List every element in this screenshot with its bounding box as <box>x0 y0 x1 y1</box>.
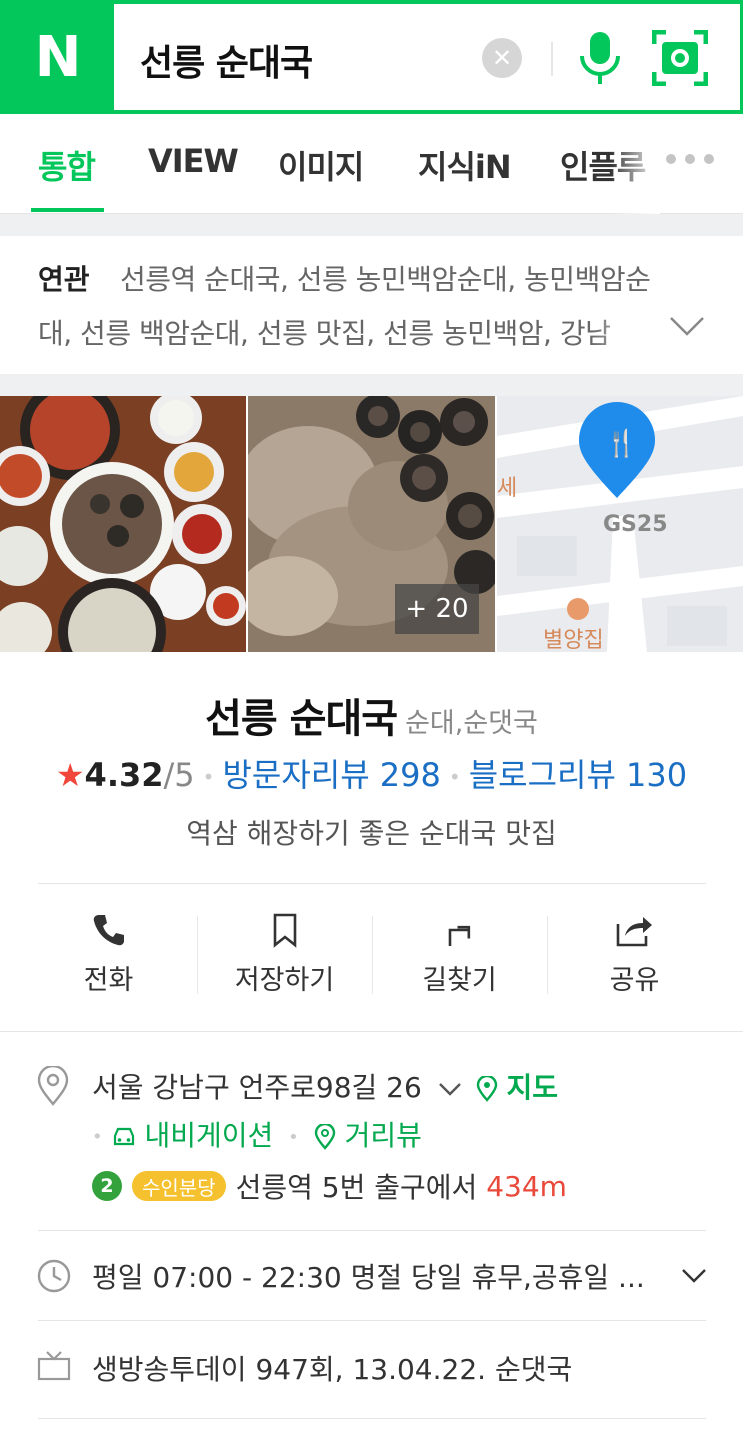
save-button[interactable]: 저장하기 <box>197 898 372 1008</box>
map-pin-icon <box>476 1074 497 1102</box>
share-button[interactable]: 공유 <box>547 898 722 1008</box>
bookmark-icon <box>273 913 296 948</box>
tv-appearance: 생방송투데이 947회, 13.04.22. 순댓국 <box>92 1353 573 1386</box>
more-photos-count[interactable]: + 20 <box>395 584 479 634</box>
mic-icon[interactable] <box>576 30 624 86</box>
share-icon <box>616 917 652 947</box>
tab-knowledge-in[interactable]: 지식iN <box>418 142 512 188</box>
more-tabs-icon[interactable] <box>666 154 714 164</box>
related-keywords-more[interactable]: 대, 선릉 백암순대, 선릉 맛집, 선릉 농민백암, 강남 <box>38 312 648 352</box>
map-label: 별양집 <box>543 628 604 652</box>
related-searches: 연관 선릉역 순대국, 선릉 농민백암순대, 농민백암순 대, 선릉 백암순대,… <box>0 236 743 374</box>
divider <box>551 42 553 76</box>
map-thumbnail[interactable]: 🍴 GS25 별양집 세 <box>497 396 743 652</box>
food-photo[interactable] <box>0 396 246 652</box>
divider <box>38 883 706 884</box>
map-label: GS25 <box>603 512 668 537</box>
divider <box>38 1320 706 1321</box>
address-text[interactable]: 서울 강남구 언주로98길 26 <box>92 1071 422 1104</box>
rating-value: 4.32 <box>84 756 164 794</box>
place-title: 선릉 순대국 순대,순댓국 <box>0 686 743 744</box>
place-description: 역삼 해장하기 좋은 순대국 맛집 <box>186 817 557 850</box>
subway-distance: 434m <box>486 1169 567 1203</box>
naver-logo[interactable]: N <box>0 0 114 114</box>
chevron-down-icon[interactable] <box>668 312 706 340</box>
active-tab-indicator <box>31 208 104 212</box>
section-gap <box>0 214 743 236</box>
place-category: 순대,순댓국 <box>405 708 538 739</box>
tv-icon <box>37 1351 71 1381</box>
tab-integrated[interactable]: 통합 <box>38 142 96 188</box>
search-input[interactable]: 선릉 순대국 ✕ <box>114 4 740 110</box>
related-label: 연관 <box>38 263 90 296</box>
divider <box>0 1031 743 1032</box>
navigation-link[interactable]: 내비게이션 <box>144 1119 273 1152</box>
visitor-reviews-link[interactable]: 방문자리뷰 298 <box>222 756 440 794</box>
streetview-link[interactable]: 거리뷰 <box>345 1119 422 1152</box>
business-hours[interactable]: 평일 07:00 - 22:30 명절 당일 휴무,공휴일 ... <box>92 1256 645 1296</box>
call-label: 전화 <box>83 965 134 996</box>
search-tabs: 통합 VIEW 이미지 지식iN 인플루 <box>0 114 743 214</box>
street-view-pin-icon <box>314 1122 335 1150</box>
map-link[interactable]: 지도 <box>507 1071 559 1104</box>
directions-icon <box>448 925 470 946</box>
related-keywords[interactable]: 선릉역 순대국, 선릉 농민백암순대, 농민백암순 <box>120 258 651 298</box>
search-header: N 선릉 순대국 ✕ <box>0 0 743 114</box>
car-icon <box>113 1127 134 1146</box>
divider <box>38 1418 706 1419</box>
blog-reviews-link[interactable]: 블로그리뷰 130 <box>469 756 687 794</box>
place-name[interactable]: 선릉 순대국 <box>205 696 398 742</box>
close-icon[interactable]: ✕ <box>482 38 522 78</box>
divider <box>38 1230 706 1231</box>
action-bar: 전화 저장하기 길찾기 공유 <box>0 898 743 1008</box>
place-photos: + 20 🍴 GS25 별양집 세 <box>0 396 743 652</box>
subway-station: 선릉역 5번 출구에서 <box>235 1171 478 1204</box>
directions-button[interactable]: 길찾기 <box>372 898 547 1008</box>
directions-label: 길찾기 <box>422 965 497 996</box>
subway-line-chip: 수인분당 <box>132 1171 226 1201</box>
location-pin-icon <box>37 1066 69 1106</box>
rating-row: ★4.32/5 • 방문자리뷰 298 • 블로그리뷰 130 <box>55 756 688 794</box>
clock-icon <box>37 1259 71 1293</box>
address-row: 서울 강남구 언주로98길 26 지도 <box>92 1066 558 1106</box>
share-label: 공유 <box>609 965 660 996</box>
rating-max: /5 <box>163 756 195 794</box>
chevron-down-icon[interactable] <box>680 1266 708 1286</box>
chevron-down-icon[interactable] <box>437 1080 463 1098</box>
tab-view[interactable]: VIEW <box>148 142 239 180</box>
call-button[interactable]: 전화 <box>21 898 196 1008</box>
tab-images[interactable]: 이미지 <box>278 142 364 188</box>
svg-text:🍴: 🍴 <box>605 428 637 459</box>
subway-line-badge: 2 <box>92 1171 122 1201</box>
phone-icon <box>93 915 124 946</box>
map-label: 세 <box>497 476 518 501</box>
search-query-text[interactable]: 선릉 순대국 <box>140 34 313 86</box>
section-gap <box>0 374 743 396</box>
food-photo[interactable]: + 20 <box>248 396 495 652</box>
subway-info: 2 수인분당 선릉역 5번 출구에서 434m <box>92 1166 567 1206</box>
camera-lens-icon[interactable] <box>652 30 708 86</box>
nav-links: • 내비게이션 • 거리뷰 <box>92 1119 422 1152</box>
save-label: 저장하기 <box>234 965 335 996</box>
star-icon: ★ <box>55 756 85 794</box>
